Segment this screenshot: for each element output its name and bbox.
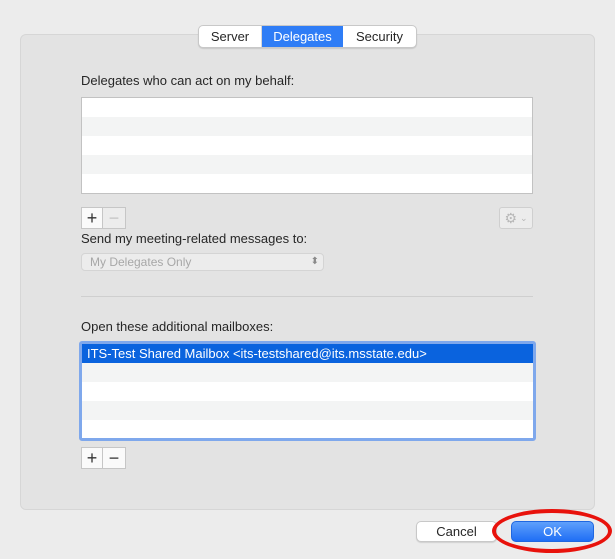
- list-item[interactable]: [82, 98, 532, 117]
- cancel-button[interactable]: Cancel: [416, 521, 497, 542]
- chevron-down-icon: ⌄: [520, 212, 528, 223]
- list-item[interactable]: [82, 382, 533, 401]
- tab-delegates[interactable]: Delegates: [262, 26, 343, 47]
- list-item[interactable]: [82, 117, 532, 136]
- meeting-messages-select[interactable]: My Delegates Only ⬍: [81, 253, 324, 271]
- list-item[interactable]: [82, 420, 533, 438]
- mailboxes-add-remove: + −: [81, 447, 126, 469]
- list-item[interactable]: [82, 136, 532, 155]
- list-item[interactable]: [82, 363, 533, 382]
- delegates-add-remove: + −: [81, 207, 126, 229]
- list-item[interactable]: ITS-Test Shared Mailbox <its-testshared@…: [82, 344, 533, 363]
- list-item[interactable]: [82, 401, 533, 420]
- delegates-label: Delegates who can act on my behalf:: [81, 73, 295, 88]
- tab-server[interactable]: Server: [199, 26, 262, 47]
- gear-icon: ⚙: [504, 209, 517, 226]
- remove-delegate-button[interactable]: −: [103, 207, 126, 229]
- tab-bar: Server Delegates Security: [198, 25, 417, 48]
- mailboxes-list[interactable]: ITS-Test Shared Mailbox <its-testshared@…: [79, 341, 536, 441]
- ok-button[interactable]: OK: [511, 521, 594, 542]
- meeting-messages-value: My Delegates Only: [90, 255, 192, 269]
- list-item[interactable]: [82, 174, 532, 193]
- updown-chevron-icon: ⬍: [310, 256, 319, 267]
- add-mailbox-button[interactable]: +: [81, 447, 103, 469]
- remove-mailbox-button[interactable]: −: [103, 447, 126, 469]
- delegates-list[interactable]: [81, 97, 533, 194]
- mailboxes-label: Open these additional mailboxes:: [81, 319, 274, 334]
- delegate-actions-button[interactable]: ⚙ ⌄: [499, 207, 533, 229]
- add-delegate-button[interactable]: +: [81, 207, 103, 229]
- tab-security[interactable]: Security: [343, 26, 416, 47]
- section-divider: [81, 296, 533, 297]
- list-item[interactable]: [82, 155, 532, 174]
- meeting-messages-label: Send my meeting-related messages to:: [81, 231, 308, 246]
